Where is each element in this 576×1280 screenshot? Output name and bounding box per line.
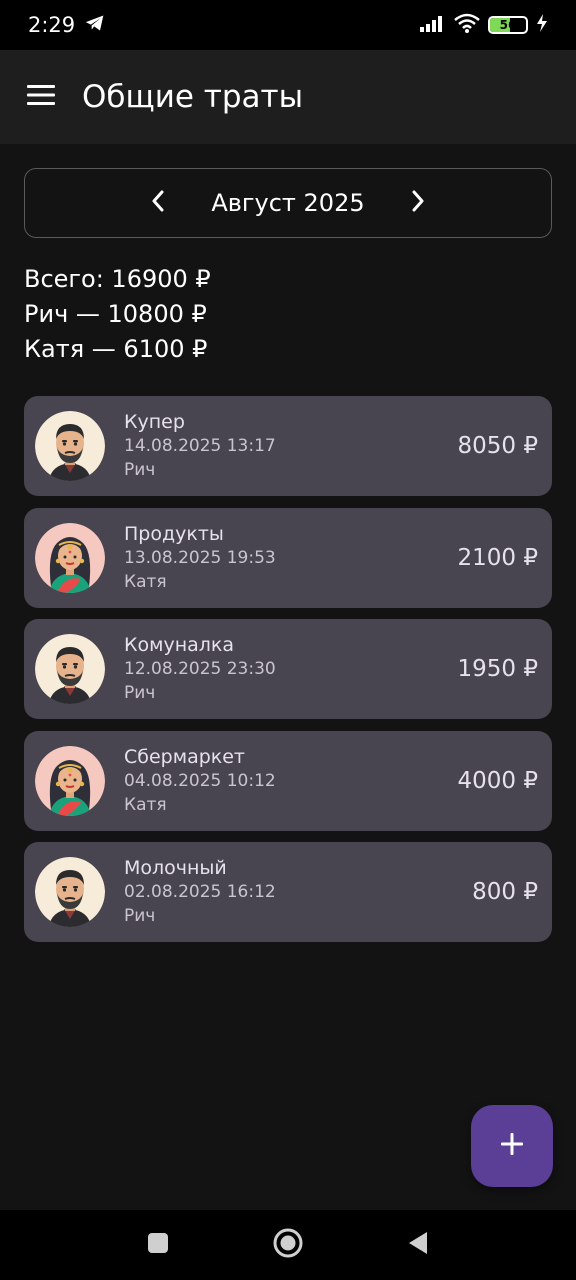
- expense-card[interactable]: Продукты 13.08.2025 19:53 Катя 2100 ₽: [24, 507, 552, 608]
- previous-month-button[interactable]: [128, 173, 188, 233]
- next-month-button[interactable]: [388, 173, 448, 233]
- expense-person: Рич: [124, 460, 156, 480]
- avatar-rich: [35, 857, 105, 927]
- expense-date: 14.08.2025 13:17: [124, 436, 276, 456]
- expense-card[interactable]: Комуналка 12.08.2025 23:30 Рич 1950 ₽: [24, 619, 552, 719]
- home-button[interactable]: [268, 1225, 308, 1265]
- summary: Всего: 16900 ₽ Рич — 10800 ₽ Катя — 6100…: [24, 262, 211, 367]
- card-text: Продукты 13.08.2025 19:53 Катя: [124, 522, 458, 594]
- expense-card[interactable]: Сбермаркет 04.08.2025 10:12 Катя 4000 ₽: [24, 730, 552, 831]
- menu-button[interactable]: [0, 50, 82, 144]
- avatar-katya: [35, 522, 105, 593]
- expense-title: Сбермаркет: [124, 745, 246, 768]
- card-text: Молочный 02.08.2025 16:12 Рич: [124, 856, 472, 928]
- plus-icon: [500, 1132, 524, 1160]
- expense-amount: 4000 ₽: [457, 767, 538, 794]
- expense-person: Катя: [124, 794, 167, 815]
- card-text: Сбермаркет 04.08.2025 10:12 Катя: [124, 745, 458, 817]
- back-button[interactable]: [398, 1225, 438, 1265]
- expense-date: 12.08.2025 23:30: [124, 659, 276, 679]
- avatar-rich: [35, 411, 105, 481]
- expense-title: Комуналка: [124, 634, 235, 656]
- telegram-icon: [85, 14, 105, 36]
- expense-amount: 8050 ₽: [457, 433, 538, 459]
- summary-person-katya: Катя — 6100 ₽: [24, 335, 208, 363]
- page-title: Общие траты: [82, 79, 304, 115]
- expense-amount: 1950 ₽: [457, 656, 538, 682]
- status-left: 2:29: [28, 13, 105, 37]
- signal-icon: [420, 14, 446, 36]
- triangle-back-icon: [407, 1231, 429, 1259]
- battery-indicator: 56: [488, 16, 528, 34]
- app-bar: Общие траты: [0, 50, 576, 144]
- expense-date: 13.08.2025 19:53: [124, 547, 276, 568]
- square-icon: [147, 1232, 169, 1258]
- recents-button[interactable]: [138, 1225, 178, 1265]
- card-text: Комуналка 12.08.2025 23:30 Рич: [124, 633, 458, 705]
- card-text: Купер 14.08.2025 13:17 Рич: [124, 410, 458, 482]
- expense-card[interactable]: Молочный 02.08.2025 16:12 Рич 800 ₽: [24, 842, 552, 942]
- expense-title: Купер: [124, 411, 185, 433]
- charging-icon: [536, 14, 548, 36]
- wifi-icon: [454, 13, 480, 37]
- status-time: 2:29: [28, 13, 76, 37]
- expense-amount: 800 ₽: [472, 879, 538, 905]
- summary-total: Всего: 16900 ₽: [24, 265, 211, 293]
- expense-list: Купер 14.08.2025 13:17 Рич 8050 ₽ Продук…: [24, 396, 552, 954]
- expense-date: 02.08.2025 16:12: [124, 882, 276, 902]
- status-bar: 2:29 56: [0, 0, 576, 50]
- expense-card[interactable]: Купер 14.08.2025 13:17 Рич 8050 ₽: [24, 396, 552, 496]
- expense-person: Катя: [124, 571, 167, 592]
- circle-icon: [272, 1227, 304, 1263]
- avatar-katya: [35, 745, 105, 816]
- add-expense-button[interactable]: [471, 1105, 553, 1187]
- chevron-right-icon: [411, 190, 425, 216]
- expense-title: Молочный: [124, 857, 227, 879]
- hamburger-menu-icon: [27, 84, 55, 110]
- chevron-left-icon: [151, 190, 165, 216]
- avatar-rich: [35, 634, 105, 704]
- month-selector: Август 2025: [24, 168, 552, 238]
- month-label: Август 2025: [211, 189, 365, 217]
- expense-title: Продукты: [124, 522, 224, 545]
- system-nav-bar: [0, 1210, 576, 1280]
- battery-level: 56: [499, 18, 517, 32]
- summary-person-rich: Рич — 10800 ₽: [24, 300, 207, 328]
- status-right: 56: [420, 13, 548, 37]
- expense-date: 04.08.2025 10:12: [124, 770, 276, 791]
- expense-person: Рич: [124, 683, 156, 703]
- expense-person: Рич: [124, 906, 156, 926]
- expense-amount: 2100 ₽: [457, 544, 538, 571]
